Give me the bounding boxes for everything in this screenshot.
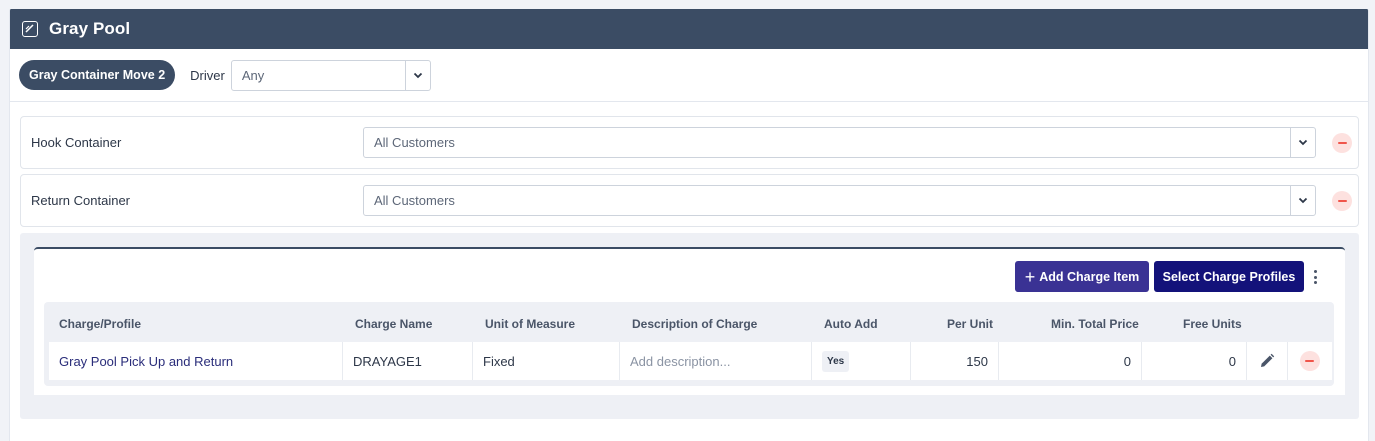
charge-profile-cell[interactable]: Gray Pool Pick Up and Return: [49, 342, 343, 380]
move-toolbar: Gray Container Move 2 Driver Any: [10, 49, 1368, 102]
customer-value: All Customers: [374, 135, 455, 150]
delete-cell: [1288, 342, 1331, 380]
more-options-icon[interactable]: [1310, 267, 1320, 287]
customer-select[interactable]: All Customers: [363, 127, 1316, 158]
move-badge[interactable]: Gray Container Move 2: [19, 60, 176, 90]
charges-panel: + Add Charge Item Select Charge Profiles…: [34, 247, 1345, 395]
per-unit-cell[interactable]: 150: [911, 342, 999, 380]
column-header: Charge Name: [355, 317, 433, 331]
minus-icon: [1305, 360, 1314, 362]
remove-event-button[interactable]: [1332, 190, 1352, 211]
remove-event-button[interactable]: [1332, 132, 1352, 153]
remove-charge-button[interactable]: [1299, 351, 1320, 371]
column-header: Unit of Measure: [485, 317, 576, 331]
chevron-down-icon[interactable]: [1290, 186, 1315, 215]
event-row-hook: Hook Container All Customers: [20, 116, 1359, 169]
gray-pool-card: Gray Pool Gray Container Move 2 Driver A…: [9, 9, 1369, 441]
customer-select[interactable]: All Customers: [363, 185, 1316, 216]
add-charge-label: Add Charge Item: [1039, 269, 1140, 284]
charges-table: Charge/Profile Charge Name Unit of Measu…: [44, 302, 1334, 386]
column-header: Min. Total Price: [1051, 317, 1139, 331]
pencil-icon: [1261, 353, 1275, 367]
charge-name-cell[interactable]: DRAYAGE1: [343, 342, 473, 380]
event-row-return: Return Container All Customers: [20, 174, 1359, 227]
column-header: Auto Add: [824, 317, 878, 331]
column-header: Charge/Profile: [59, 317, 142, 331]
column-header: Per Unit: [947, 317, 994, 331]
plus-icon: +: [1024, 266, 1036, 287]
min-total-price-cell[interactable]: 0: [999, 342, 1142, 380]
select-charge-profiles-button[interactable]: Select Charge Profiles: [1154, 261, 1304, 292]
driver-value: Any: [241, 67, 265, 83]
page-title: Gray Pool: [49, 19, 131, 38]
edit-button[interactable]: [1247, 342, 1288, 380]
card-header: Gray Pool: [10, 9, 1368, 49]
auto-add-badge[interactable]: Yes: [822, 350, 850, 372]
description-input[interactable]: Add description...: [620, 342, 812, 380]
minus-icon: [1337, 199, 1347, 202]
chevron-down-icon[interactable]: [1290, 128, 1315, 157]
driver-select[interactable]: Any: [230, 59, 431, 91]
free-units-cell[interactable]: 0: [1142, 342, 1247, 380]
driver-label: Driver: [190, 67, 225, 83]
edit-square-icon: [22, 21, 38, 37]
auto-add-cell: Yes: [812, 342, 911, 380]
event-label: Return Container: [31, 193, 130, 208]
unit-of-measure-cell[interactable]: Fixed: [473, 342, 620, 380]
add-charge-item-button[interactable]: + Add Charge Item: [1015, 261, 1149, 292]
table-header: Charge/Profile Charge Name Unit of Measu…: [44, 302, 1334, 342]
column-header: Free Units: [1183, 317, 1242, 331]
customer-value: All Customers: [374, 193, 455, 208]
column-header: Description of Charge: [632, 317, 758, 331]
event-label: Hook Container: [31, 135, 122, 150]
chevron-down-icon[interactable]: [404, 60, 430, 90]
minus-icon: [1337, 141, 1347, 144]
table-row: Gray Pool Pick Up and Return DRAYAGE1 Fi…: [49, 342, 1332, 380]
charges-section: + Add Charge Item Select Charge Profiles…: [20, 233, 1359, 419]
